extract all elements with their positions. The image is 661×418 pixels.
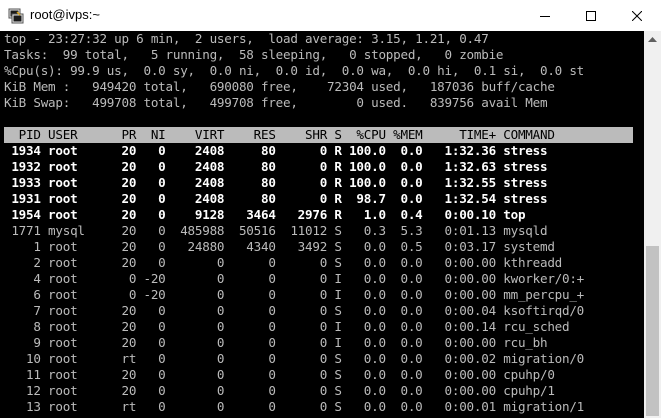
process-row: 11 root 20 0 0 0 0 S 0.0 0.0 0:00.00 cpu…: [4, 367, 555, 382]
close-button[interactable]: [614, 0, 660, 31]
scroll-up-arrow-icon: [648, 36, 657, 42]
maximize-button[interactable]: [568, 0, 614, 31]
tasks-line: Tasks: 99 total, 5 running, 58 sleeping,…: [4, 47, 504, 62]
minimize-button[interactable]: [522, 0, 568, 31]
process-row: 1 root 20 0 24880 4340 3492 S 0.0 0.5 0:…: [4, 239, 555, 254]
mem-line: KiB Mem : 949420 total, 690080 free, 723…: [4, 79, 555, 94]
title-bar[interactable]: root@ivps:~: [0, 0, 661, 31]
process-row: 9 root 20 0 0 0 0 I 0.0 0.0 0:00.00 rcu_…: [4, 335, 548, 350]
process-row: 4 root 0 -20 0 0 0 I 0.0 0.0 0:00.00 kwo…: [4, 271, 585, 286]
scroll-up-button[interactable]: [644, 31, 661, 48]
minimize-icon: [540, 15, 550, 17]
maximize-icon: [586, 10, 596, 21]
uptime-line: top - 23:27:32 up 6 min, 2 users, load a…: [4, 31, 489, 46]
process-row: 1934 root 20 0 2408 80 0 R 100.0 0.0 1:3…: [4, 143, 548, 158]
terminal-screen[interactable]: top - 23:27:32 up 6 min, 2 users, load a…: [0, 31, 644, 418]
process-row: 6 root 0 -20 0 0 0 I 0.0 0.0 0:00.00 mm_…: [4, 287, 585, 302]
close-icon: [632, 10, 642, 21]
putty-window: root@ivps:~ top - 23:27:32 up 6 min, 2 u…: [0, 0, 661, 418]
process-row: 8 root 20 0 0 0 0 I 0.0 0.0 0:00.14 rcu_…: [4, 319, 570, 334]
window-title: root@ivps:~: [30, 7, 100, 22]
cpu-line: %Cpu(s): 99.9 us, 0.0 sy, 0.0 ni, 0.0 id…: [4, 63, 585, 78]
process-row: 10 root rt 0 0 0 0 S 0.0 0.0 0:00.02 mig…: [4, 351, 585, 366]
putty-terminal-icon[interactable]: [8, 8, 24, 24]
process-row: 1932 root 20 0 2408 80 0 R 100.0 0.0 1:3…: [4, 159, 548, 174]
column-header: PID USER PR NI VIRT RES SHR S %CPU %MEM …: [4, 127, 555, 142]
vertical-scrollbar[interactable]: [644, 31, 661, 418]
process-row: 1771 mysql 20 0 485988 50516 11012 S 0.3…: [4, 223, 548, 238]
swap-line: KiB Swap: 499708 total, 499708 free, 0 u…: [4, 95, 548, 110]
process-row: 13 root rt 0 0 0 0 S 0.0 0.0 0:00.01 mig…: [4, 399, 585, 414]
process-row: 1931 root 20 0 2408 80 0 R 98.7 0.0 1:32…: [4, 191, 548, 206]
scroll-thumb[interactable]: [646, 246, 659, 416]
process-row: 1954 root 20 0 9128 3464 2976 R 1.0 0.4 …: [4, 207, 526, 222]
process-row: 7 root 20 0 0 0 0 S 0.0 0.0 0:00.04 ksof…: [4, 303, 585, 318]
process-row: 2 root 20 0 0 0 0 S 0.0 0.0 0:00.00 kthr…: [4, 255, 562, 270]
process-row: 1933 root 20 0 2408 80 0 R 100.0 0.0 1:3…: [4, 175, 548, 190]
process-row: 12 root 20 0 0 0 0 S 0.0 0.0 0:00.00 cpu…: [4, 383, 555, 398]
